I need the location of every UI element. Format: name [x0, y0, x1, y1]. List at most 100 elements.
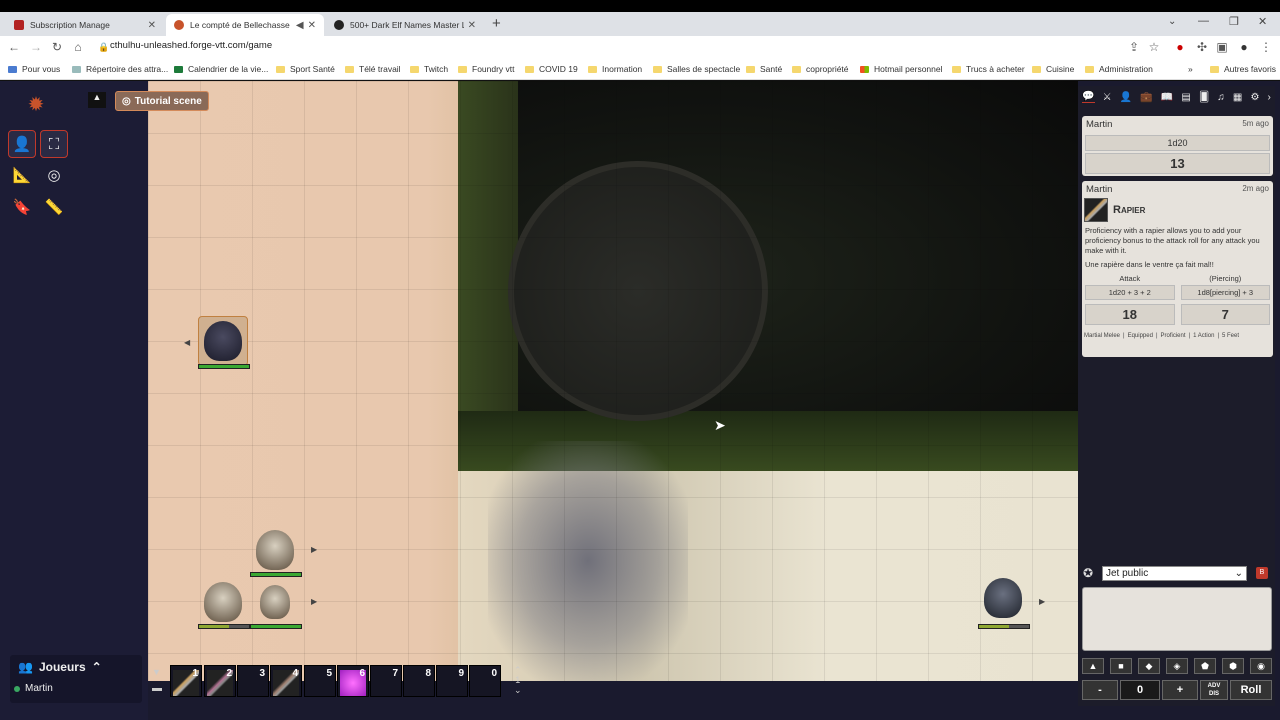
combat-icon[interactable]: ⚔	[1103, 92, 1112, 103]
macro-slot-2[interactable]: 2	[204, 665, 236, 697]
macro-slot-9[interactable]: 9	[436, 665, 468, 697]
bookmark-folder[interactable]: COVID 19	[525, 64, 578, 74]
star-icon[interactable]: ☆	[1146, 40, 1162, 54]
navigation-toggle[interactable]: ▲	[88, 92, 106, 108]
bookmark-folder[interactable]: Télé travail	[345, 64, 401, 74]
browser-tab-dark-elf[interactable]: 500+ Dark Elf Names Master List ✕	[326, 14, 484, 36]
adv-dis-toggle[interactable]: ADV DIS	[1200, 680, 1228, 700]
bookmark-folder[interactable]: Cuisine	[1032, 64, 1074, 74]
increase-button[interactable]: +	[1162, 680, 1198, 700]
damage-result[interactable]: 7	[1180, 304, 1270, 325]
back-icon[interactable]: ←	[6, 40, 22, 54]
dice-tray-icon[interactable]: ✪	[1083, 566, 1093, 580]
roll-formula[interactable]: 1d20	[1085, 135, 1270, 151]
macro-slot-7[interactable]: 7	[370, 665, 402, 697]
home-icon[interactable]: ⌂	[70, 40, 86, 54]
d12-icon[interactable]: ⬟	[1194, 658, 1216, 674]
chevron-down-icon[interactable]: ⌄	[514, 685, 522, 695]
bookmark-item[interactable]: Hotmail personnel	[860, 64, 943, 74]
puzzle-icon[interactable]: ✣	[1194, 40, 1210, 54]
avatar[interactable]: ●	[1236, 40, 1252, 54]
speaker-icon[interactable]: ◀︎	[296, 20, 304, 31]
bookmark-item[interactable]: Pour vous	[8, 64, 60, 74]
scene-navigation-button[interactable]: ◎ Tutorial scene	[115, 91, 209, 111]
bookmark-icon[interactable]: 🔖	[8, 193, 36, 221]
reload-icon[interactable]: ↻	[49, 40, 65, 54]
bookmark-item[interactable]: Répertoire des attra...	[72, 64, 168, 74]
browser-tab-foundry[interactable]: Le compté de Bellechasse • F ◀︎ ✕	[166, 14, 324, 36]
bookmark-item[interactable]: Calendrier de la vie...	[174, 64, 268, 74]
items-icon[interactable]: 💼	[1140, 92, 1152, 103]
collapse-icon[interactable]: ›	[1268, 92, 1271, 103]
bookmark-folder[interactable]: Santé	[746, 64, 782, 74]
bookmark-folder[interactable]: Sport Santé	[276, 64, 335, 74]
token-creature[interactable]	[978, 573, 1028, 623]
tab-search-icon[interactable]: ⌄	[1168, 16, 1176, 27]
bookmarks-overflow-button[interactable]: »	[1188, 64, 1193, 74]
bookmark-folder[interactable]: Salles de spectacle	[653, 64, 740, 74]
bookmark-folder[interactable]: Foundry vtt	[458, 64, 515, 74]
other-bookmarks[interactable]: Autres favoris	[1210, 64, 1276, 74]
token-creature[interactable]	[250, 525, 300, 575]
d6-icon[interactable]: ■	[1110, 658, 1132, 674]
address-bar[interactable]: cthulhu-unleashed.forge-vtt.com/game	[110, 40, 272, 51]
minimize-button[interactable]: —	[1198, 15, 1209, 27]
modifier-value[interactable]: 0	[1120, 680, 1160, 700]
sidepanel-icon[interactable]: ▣	[1214, 40, 1230, 54]
bookmark-folder[interactable]: Administration	[1085, 64, 1153, 74]
browser-tab-subscription[interactable]: Subscription Manage ✕	[6, 14, 164, 36]
foundry-logo-icon[interactable]: ✹	[14, 90, 58, 118]
player-entry[interactable]: Martin	[14, 683, 53, 694]
playlists-icon[interactable]: ♫	[1217, 92, 1225, 103]
folder-icon[interactable]: ▬	[152, 683, 162, 694]
close-icon[interactable]: ✕	[308, 20, 316, 31]
tables-icon[interactable]: ▤	[1181, 92, 1190, 103]
restore-button[interactable]: ❐	[1229, 15, 1239, 28]
macro-slot-5[interactable]: 5	[304, 665, 336, 697]
journal-icon[interactable]: 📖	[1161, 92, 1173, 103]
hotbar-menu-icon[interactable]: ▼	[152, 667, 161, 677]
d8-icon[interactable]: ◆	[1138, 658, 1160, 674]
roll-result[interactable]: 13	[1085, 153, 1270, 174]
bookmark-folder[interactable]: Inormation	[588, 64, 642, 74]
close-icon[interactable]: ✕	[148, 20, 156, 31]
item-header[interactable]: Rapier	[1082, 198, 1273, 222]
menu-icon[interactable]: ⋮	[1258, 40, 1274, 54]
macro-slot-8[interactable]: 8	[403, 665, 435, 697]
token-controls-icon[interactable]: 👤	[8, 130, 36, 158]
chat-message-input[interactable]	[1082, 587, 1272, 651]
chat-icon[interactable]: 💬	[1082, 91, 1095, 103]
new-tab-button[interactable]: +	[492, 15, 501, 32]
macro-slot-4[interactable]: 4	[270, 665, 302, 697]
macro-slot-1[interactable]: 1	[170, 665, 202, 697]
fullscreen-icon[interactable]: ⛶	[40, 130, 68, 158]
extension-icon[interactable]: ●	[1172, 40, 1188, 54]
roll-button[interactable]: Roll	[1230, 680, 1272, 700]
attack-formula[interactable]: 1d20 + 3 + 2	[1085, 285, 1175, 300]
chevron-up-icon[interactable]: ⌃	[514, 665, 522, 675]
compendium-icon[interactable]: ▦	[1233, 92, 1242, 103]
close-icon[interactable]: ✕	[468, 20, 476, 31]
measure-icon[interactable]: 📐	[8, 161, 36, 189]
share-icon[interactable]: ⇪	[1126, 40, 1142, 54]
decrease-button[interactable]: -	[1082, 680, 1118, 700]
attack-result[interactable]: 18	[1085, 304, 1175, 325]
players-header[interactable]: 👥 Joueurs ⌃	[18, 660, 102, 674]
target-icon[interactable]: ◎	[40, 161, 68, 189]
d100-icon[interactable]: ◉	[1250, 658, 1272, 674]
d4-icon[interactable]: ▲	[1082, 658, 1104, 674]
macro-slot-0[interactable]: 0	[469, 665, 501, 697]
token-dark-elf[interactable]	[198, 316, 248, 366]
forward-icon[interactable]: →	[28, 40, 44, 54]
actors-icon[interactable]: 👤	[1120, 92, 1132, 103]
game-canvas[interactable]: ◀ ▶ ▶ ▶ ➤	[148, 81, 1078, 681]
macro-slot-3[interactable]: 3	[237, 665, 269, 697]
close-window-button[interactable]: ✕	[1258, 15, 1267, 28]
d10-icon[interactable]: ◈	[1166, 658, 1188, 674]
bookmark-folder[interactable]: copropriété	[792, 64, 849, 74]
bookmark-folder[interactable]: Trucs à acheter	[952, 64, 1025, 74]
d20-icon[interactable]: ⬢	[1222, 658, 1244, 674]
damage-formula[interactable]: 1d8[piercing] + 3	[1180, 285, 1270, 300]
macro-slot-6[interactable]: 6	[337, 665, 369, 697]
roll-mode-select[interactable]: Jet public ⌄	[1102, 566, 1247, 581]
